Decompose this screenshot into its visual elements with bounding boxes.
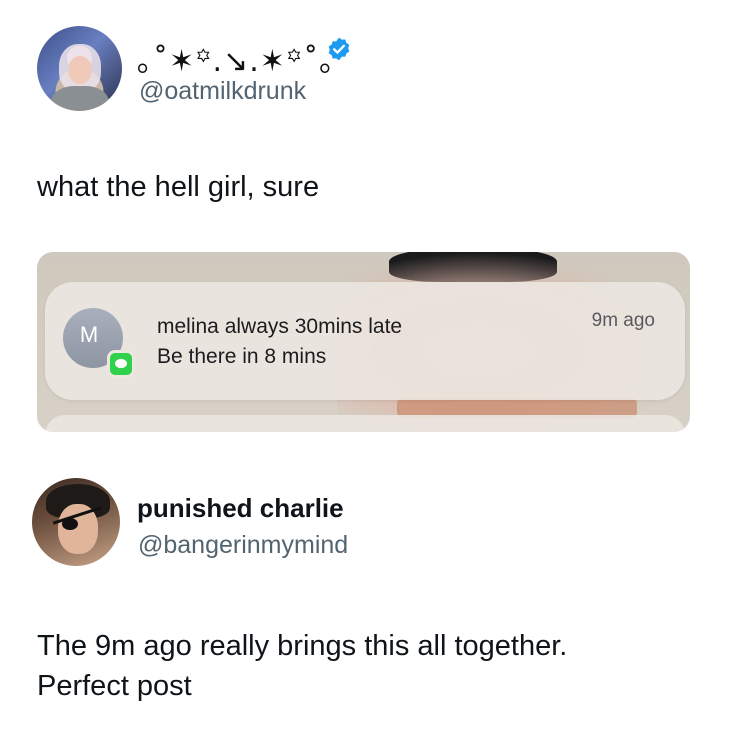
reply-text-line: Perfect post — [37, 670, 192, 702]
avatar-body — [51, 86, 109, 111]
reply-text-line: The 9m ago really brings this all togeth… — [37, 630, 568, 662]
avatar-face — [68, 56, 92, 84]
reply-user-handle[interactable]: @bangerinmymind — [138, 531, 348, 560]
reply-text: The 9m ago really brings this all togeth… — [37, 626, 717, 706]
user-avatar[interactable] — [37, 26, 122, 111]
attached-image[interactable]: M melina always 30mins late Be there in … — [37, 252, 690, 432]
contact-avatar-letter: M — [79, 322, 99, 347]
reply-display-name[interactable]: punished charlie — [137, 493, 344, 524]
notification-time: 9m ago — [591, 310, 655, 331]
post-text: what the hell girl, sure — [37, 171, 320, 203]
messages-icon — [107, 350, 135, 378]
eyepatch — [62, 518, 78, 530]
user-handle[interactable]: @oatmilkdrunk — [139, 77, 306, 106]
next-notification-card — [45, 415, 685, 432]
verified-badge-icon — [328, 37, 350, 61]
notification-title: melina always 30mins late — [157, 315, 403, 338]
notification-body: Be there in 8 mins — [157, 345, 327, 368]
notification-card: M melina always 30mins late Be there in … — [45, 282, 685, 400]
reply-user-avatar[interactable] — [32, 478, 120, 566]
display-name[interactable]: ｡˚✶꙳.↘.✶꙳˚｡ — [137, 36, 335, 80]
